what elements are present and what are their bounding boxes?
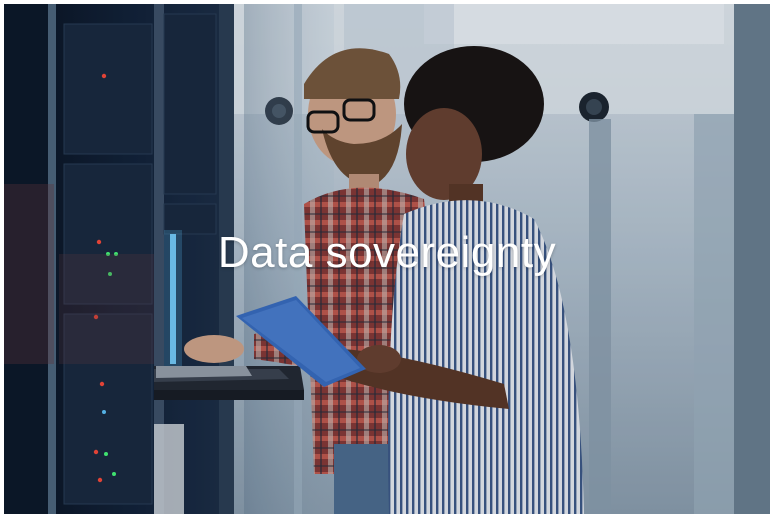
slide-frame: Data sovereignty bbox=[0, 0, 774, 518]
server-room-photo: Data sovereignty bbox=[4, 4, 770, 514]
slide-headline: Data sovereignty bbox=[217, 228, 557, 277]
